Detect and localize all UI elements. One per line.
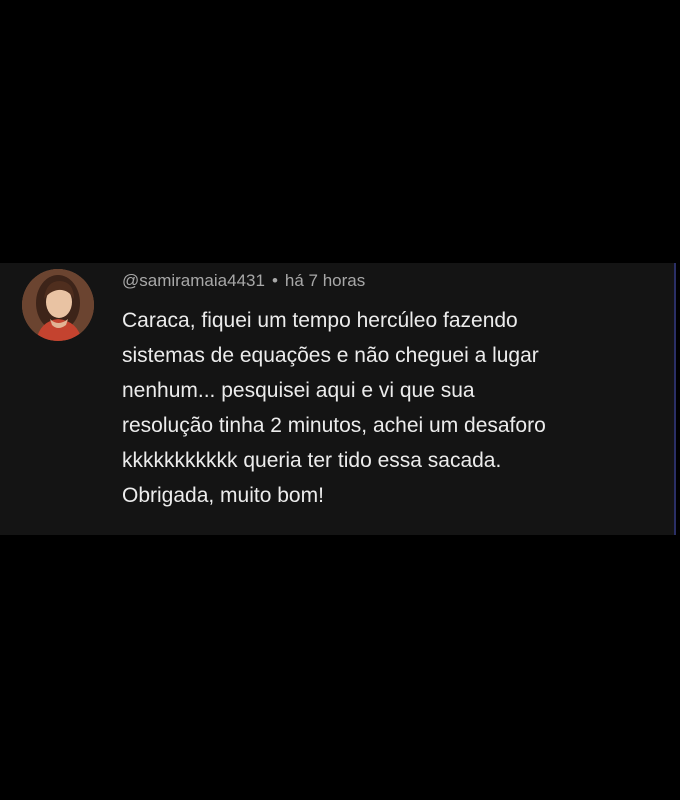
author-handle[interactable]: @samiramaia4431 [122, 271, 265, 291]
screen: { "comment": { "author": "@samiramaia443… [0, 0, 680, 800]
comment-body: Caraca, fiquei um tempo hercúleo fazendo… [122, 309, 546, 507]
user-photo-avatar-icon [22, 269, 94, 341]
comment-meta: @samiramaia4431 • há 7 horas [122, 269, 365, 293]
comment-card: @samiramaia4431 • há 7 horas Caraca, fiq… [0, 263, 676, 535]
meta-separator: • [271, 271, 278, 290]
comment-timestamp[interactable]: há 7 horas [285, 271, 365, 291]
avatar[interactable] [22, 269, 94, 341]
